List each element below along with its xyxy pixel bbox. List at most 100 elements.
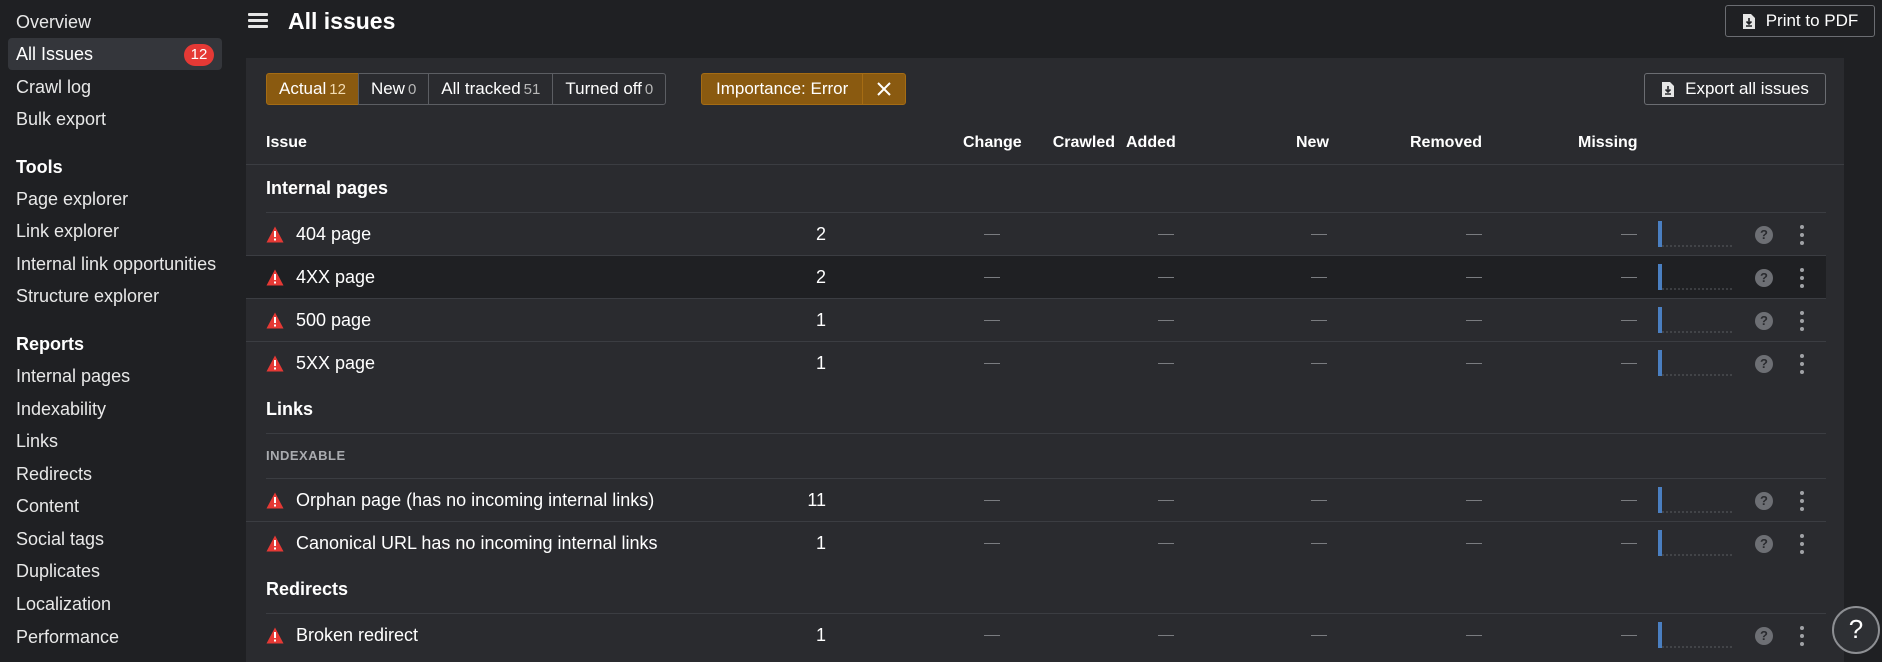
sidebar-item-page-explorer[interactable]: Page explorer	[8, 183, 222, 215]
filter-turned-off[interactable]: Turned off 0	[552, 73, 667, 105]
filter-new[interactable]: New 0	[357, 73, 430, 105]
crawled-count[interactable]: 1	[816, 310, 826, 331]
sidebar-item-performance[interactable]: Performance	[8, 621, 222, 653]
sidebar-item-overview[interactable]: Overview	[8, 6, 222, 38]
removed-value	[1466, 320, 1482, 321]
close-icon	[877, 82, 891, 96]
new-value	[1311, 320, 1327, 321]
column-crawled[interactable]: Crawled	[1053, 134, 1115, 152]
filter-count: 51	[523, 81, 541, 98]
crawled-count[interactable]: 2	[816, 224, 826, 245]
table-row[interactable]: Broken redirect 1 ?	[246, 614, 1826, 657]
help-icon[interactable]: ?	[1755, 226, 1773, 244]
missing-value	[1621, 635, 1637, 636]
more-options-icon[interactable]	[1800, 354, 1804, 374]
added-value	[1158, 543, 1174, 544]
sidebar: Overview All Issues 12 Crawl log Bulk exp…	[0, 0, 236, 662]
issue-name[interactable]: 404 page	[296, 224, 371, 245]
print-to-pdf-button[interactable]: Print to PDF	[1725, 5, 1875, 37]
clear-importance-filter-button[interactable]	[863, 74, 905, 104]
sidebar-item-redirects[interactable]: Redirects	[8, 458, 222, 490]
importance-filter-chip[interactable]: Importance: Error	[701, 73, 907, 105]
filter-all-tracked[interactable]: All tracked 51	[428, 73, 554, 105]
crawled-count[interactable]: 11	[807, 490, 826, 511]
section-title-links: Links	[266, 399, 314, 419]
sidebar-item-content[interactable]: Content	[8, 490, 222, 522]
crawled-count[interactable]: 1	[816, 533, 826, 554]
sidebar-item-links[interactable]: Links	[8, 425, 222, 457]
floating-help-button[interactable]: ?	[1832, 606, 1880, 654]
filter-label: Turned off	[565, 79, 642, 98]
added-value	[1158, 500, 1174, 501]
more-options-icon[interactable]	[1800, 225, 1804, 245]
sidebar-item-label: Localization	[16, 594, 112, 614]
sidebar-item-crawl-log[interactable]: Crawl log	[8, 71, 222, 103]
hamburger-menu-icon[interactable]	[248, 10, 268, 32]
more-options-icon[interactable]	[1800, 311, 1804, 331]
warning-icon	[266, 627, 284, 644]
sidebar-item-label: All Issues	[16, 44, 94, 64]
warning-icon	[266, 312, 284, 329]
sidebar-item-social-tags[interactable]: Social tags	[8, 523, 222, 555]
sidebar-item-label: Performance	[16, 627, 120, 647]
sidebar-item-duplicates[interactable]: Duplicates	[8, 555, 222, 587]
sidebar-item-structure-explorer[interactable]: Structure explorer	[8, 280, 222, 312]
column-new[interactable]: New	[1296, 134, 1329, 152]
issue-name[interactable]: 5XX page	[296, 353, 375, 374]
table-row[interactable]: Orphan page (has no incoming internal li…	[246, 479, 1826, 522]
table-row[interactable]: 5XX page 1 ?	[246, 342, 1826, 385]
crawled-count[interactable]: 1	[816, 625, 826, 646]
column-change[interactable]: Change	[963, 134, 1022, 152]
removed-value	[1466, 277, 1482, 278]
more-options-icon[interactable]	[1800, 268, 1804, 288]
missing-value	[1621, 363, 1637, 364]
help-icon[interactable]: ?	[1755, 492, 1773, 510]
filter-count: 12	[329, 81, 346, 98]
change-value	[984, 635, 1000, 636]
sidebar-item-internal-link-opportunities[interactable]: Internal link opportunities	[8, 248, 222, 280]
sidebar-item-internal-pages[interactable]: Internal pages	[8, 360, 222, 392]
more-options-icon[interactable]	[1800, 534, 1804, 554]
filter-actual[interactable]: Actual 12	[266, 73, 359, 105]
sidebar-item-label: Redirects	[16, 464, 93, 484]
issue-name[interactable]: Broken redirect	[296, 625, 418, 646]
new-value	[1311, 500, 1327, 501]
column-issue[interactable]: Issue	[266, 134, 307, 152]
help-icon[interactable]: ?	[1755, 355, 1773, 373]
issue-name[interactable]: 500 page	[296, 310, 371, 331]
help-icon[interactable]: ?	[1755, 312, 1773, 330]
issue-name[interactable]: Orphan page (has no incoming internal li…	[296, 490, 654, 511]
filter-count: 0	[407, 81, 417, 98]
help-icon[interactable]: ?	[1755, 269, 1773, 287]
table-row[interactable]: 404 page 2 ?	[246, 213, 1826, 256]
issue-name[interactable]: Canonical URL has no incoming internal l…	[296, 533, 658, 554]
sidebar-item-bulk-export[interactable]: Bulk export	[8, 103, 222, 135]
table-row[interactable]: Canonical URL has no incoming internal l…	[246, 522, 1826, 565]
sidebar-item-all-issues[interactable]: All Issues 12	[8, 38, 222, 70]
sidebar-item-localization[interactable]: Localization	[8, 588, 222, 620]
more-options-icon[interactable]	[1800, 626, 1804, 646]
sidebar-item-indexability[interactable]: Indexability	[8, 393, 222, 425]
crawled-count[interactable]: 2	[816, 267, 826, 288]
trend-sparkline	[1658, 264, 1732, 290]
sidebar-item-label: Bulk export	[16, 109, 107, 129]
new-value	[1311, 635, 1327, 636]
warning-icon	[266, 269, 284, 286]
sidebar-item-label: Link explorer	[16, 221, 120, 241]
trend-sparkline	[1658, 350, 1732, 376]
help-icon[interactable]: ?	[1755, 627, 1773, 645]
help-icon[interactable]: ?	[1755, 535, 1773, 553]
crawled-count[interactable]: 1	[816, 353, 826, 374]
sidebar-item-label: Structure explorer	[16, 286, 160, 306]
column-added[interactable]: Added	[1126, 134, 1176, 152]
column-removed[interactable]: Removed	[1410, 134, 1482, 152]
table-row[interactable]: 500 page 1 ?	[246, 299, 1826, 342]
more-options-icon[interactable]	[1800, 491, 1804, 511]
export-all-issues-button[interactable]: Export all issues	[1644, 73, 1826, 105]
issue-name[interactable]: 4XX page	[296, 267, 375, 288]
column-missing[interactable]: Missing	[1578, 134, 1638, 152]
table-row[interactable]: 4XX page 2 ?	[246, 256, 1826, 299]
sidebar-item-link-explorer[interactable]: Link explorer	[8, 215, 222, 247]
sidebar-item-label: Content	[16, 496, 80, 516]
importance-filter-label: Importance: Error	[702, 74, 864, 104]
